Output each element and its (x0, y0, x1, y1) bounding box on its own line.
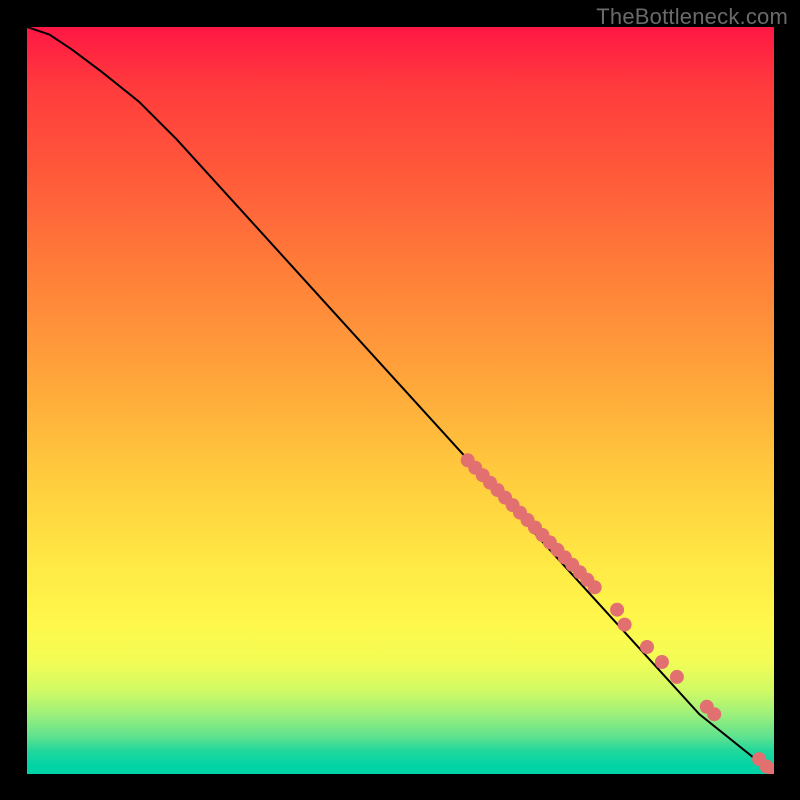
data-point (506, 498, 520, 512)
data-point (588, 580, 602, 594)
data-point (476, 468, 490, 482)
data-point (610, 603, 624, 617)
chart-frame: TheBottleneck.com (0, 0, 800, 800)
data-point (513, 506, 527, 520)
curve-line (27, 27, 774, 774)
data-point (707, 707, 721, 721)
data-point (498, 491, 512, 505)
data-point (483, 476, 497, 490)
plot-area (27, 27, 774, 774)
data-point (580, 573, 594, 587)
data-point (618, 618, 632, 632)
data-point (655, 655, 669, 669)
data-point (573, 565, 587, 579)
chart-svg (27, 27, 774, 774)
data-point (535, 528, 549, 542)
data-point (565, 558, 579, 572)
data-point (670, 670, 684, 684)
data-point (700, 700, 714, 714)
data-point (760, 760, 774, 774)
data-point (528, 521, 542, 535)
data-point (558, 550, 572, 564)
data-point (461, 453, 475, 467)
data-point (550, 543, 564, 557)
data-point (640, 640, 654, 654)
data-point (543, 535, 557, 549)
marker-group (461, 453, 774, 774)
data-point (752, 752, 766, 766)
data-point (521, 513, 535, 527)
data-point (767, 767, 774, 774)
data-point (468, 461, 482, 475)
data-point (491, 483, 505, 497)
